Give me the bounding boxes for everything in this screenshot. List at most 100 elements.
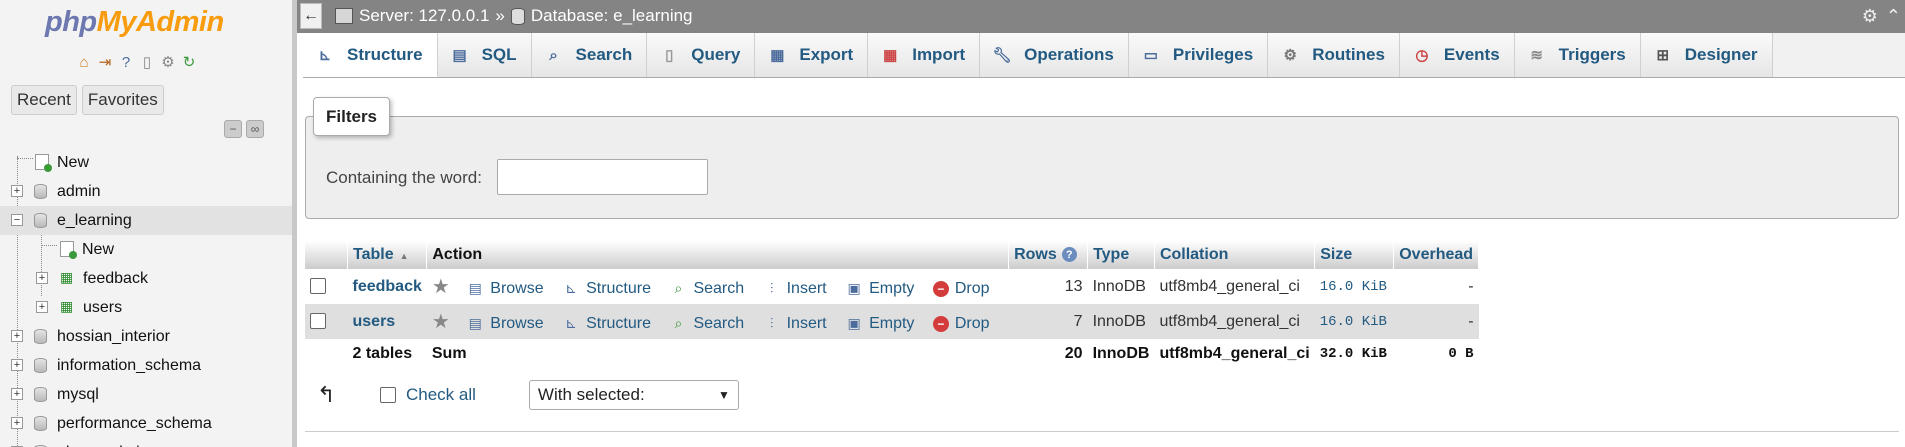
tree-label: phpmyadmin bbox=[57, 444, 149, 447]
drop-link[interactable]: − Drop bbox=[932, 315, 990, 333]
expand-icon[interactable]: + bbox=[36, 301, 48, 313]
summary-overhead: 0 B bbox=[1393, 339, 1479, 369]
size-link[interactable]: 16.0 KiB bbox=[1320, 279, 1387, 295]
summary-empty-cell bbox=[305, 339, 348, 369]
database-icon bbox=[34, 416, 47, 431]
favorite-star-icon[interactable]: ★ bbox=[432, 311, 450, 333]
link-icon[interactable]: ∞ bbox=[246, 120, 264, 138]
help-icon[interactable]: ? bbox=[117, 53, 135, 71]
tree-item-new-table[interactable]: New bbox=[0, 235, 292, 264]
settings-icon[interactable]: ⚙ bbox=[159, 53, 177, 71]
designer-icon: ⊞ bbox=[1656, 47, 1670, 64]
action-label: Browse bbox=[490, 279, 544, 297]
tab-structure[interactable]: ⊾ Structure bbox=[303, 33, 438, 77]
tree-item-feedback[interactable]: + ▦ feedback bbox=[0, 264, 292, 293]
collation-column-header[interactable]: Collation bbox=[1154, 241, 1316, 269]
tab-sql[interactable]: ▤ SQL bbox=[437, 33, 532, 77]
expand-icon[interactable]: + bbox=[11, 388, 23, 400]
tree-item-e_learning[interactable]: − e_learning bbox=[0, 206, 292, 235]
recent-button[interactable]: Recent bbox=[11, 85, 77, 115]
tree-item-users[interactable]: + ▦ users bbox=[0, 293, 292, 322]
structure-icon: ⊾ bbox=[565, 315, 577, 331]
tab-designer[interactable]: ⊞ Designer bbox=[1640, 33, 1773, 77]
browse-link[interactable]: ▤ Browse bbox=[466, 279, 544, 298]
structure-link[interactable]: ⊾ Structure bbox=[562, 280, 651, 298]
with-selected-select[interactable]: With selected: ▼ bbox=[528, 380, 739, 410]
tree-item-phpmyadmin[interactable]: + phpmyadmin bbox=[0, 438, 292, 447]
structure-link[interactable]: ⊾ Structure bbox=[562, 315, 651, 333]
engine-type: InnoDB bbox=[1087, 304, 1155, 339]
tree-item-new[interactable]: New bbox=[0, 148, 292, 177]
expand-icon[interactable]: + bbox=[36, 272, 48, 284]
tab-triggers[interactable]: ≋ Triggers bbox=[1514, 33, 1641, 77]
expand-icon[interactable]: + bbox=[11, 359, 23, 371]
overhead-column-header[interactable]: Overhead bbox=[1393, 241, 1480, 269]
clock-icon: ◷ bbox=[1415, 47, 1429, 64]
insert-icon: ⫶ bbox=[769, 315, 774, 331]
tab-label: Designer bbox=[1684, 45, 1758, 64]
collapse-icon[interactable]: − bbox=[11, 214, 23, 226]
table-name-link[interactable]: users bbox=[353, 313, 396, 330]
home-icon[interactable]: ⌂ bbox=[75, 53, 93, 71]
table-name-link[interactable]: feedback bbox=[353, 278, 422, 295]
collapse-top-icon[interactable]: ⌃ bbox=[1886, 6, 1901, 27]
tab-export[interactable]: ▦ Export bbox=[755, 33, 869, 77]
tree-label: e_learning bbox=[57, 211, 132, 229]
tab-events[interactable]: ◷ Events bbox=[1399, 33, 1515, 77]
tab-label: Triggers bbox=[1558, 45, 1626, 64]
size-column-header[interactable]: Size bbox=[1314, 241, 1395, 269]
row-checkbox[interactable] bbox=[310, 278, 326, 295]
insert-link[interactable]: ⫶ Insert bbox=[763, 280, 827, 298]
tab-search[interactable]: ⌕ Search bbox=[531, 33, 648, 77]
filter-input[interactable] bbox=[497, 159, 708, 195]
triggers-icon: ≋ bbox=[1530, 47, 1543, 64]
header-label: Size bbox=[1320, 246, 1353, 263]
search-link[interactable]: ⌕ Search bbox=[669, 315, 745, 333]
tab-label: Operations bbox=[1024, 45, 1114, 64]
empty-link[interactable]: ▣ Empty bbox=[845, 315, 914, 333]
browse-link[interactable]: ▤ Browse bbox=[466, 314, 544, 333]
tab-operations[interactable]: 🔧︎ Operations bbox=[980, 33, 1129, 77]
phpmyadmin-logo[interactable]: phpMyAdmin bbox=[45, 6, 224, 39]
favorite-star-icon[interactable]: ★ bbox=[432, 276, 450, 298]
expand-icon[interactable]: + bbox=[11, 417, 23, 429]
type-column-header[interactable]: Type bbox=[1087, 241, 1155, 269]
breadcrumb-database[interactable]: Database: e_learning bbox=[531, 6, 693, 26]
tab-query[interactable]: ▯ Query bbox=[647, 33, 756, 77]
tab-privileges[interactable]: ▭ Privileges bbox=[1128, 33, 1269, 77]
rows-column-header[interactable]: Rows? bbox=[1008, 241, 1089, 269]
check-all-checkbox[interactable] bbox=[380, 387, 396, 403]
expand-icon[interactable]: + bbox=[11, 330, 23, 342]
table-column-header[interactable]: Table ▲ bbox=[347, 241, 428, 269]
settings-gear-icon[interactable]: ⚙ bbox=[1862, 6, 1878, 27]
tree-label: hossian_interior bbox=[57, 327, 170, 345]
drop-link[interactable]: − Drop bbox=[932, 280, 990, 298]
action-label: Browse bbox=[490, 314, 544, 332]
collapse-nav-button[interactable]: ← bbox=[300, 3, 322, 29]
chevron-down-icon: ▼ bbox=[718, 388, 730, 402]
favorites-button[interactable]: Favorites bbox=[81, 85, 164, 115]
row-checkbox[interactable] bbox=[310, 313, 326, 330]
reload-icon[interactable]: ↻ bbox=[180, 53, 198, 71]
docs-icon[interactable]: ▯ bbox=[138, 53, 156, 71]
empty-link[interactable]: ▣ Empty bbox=[845, 280, 914, 298]
insert-link[interactable]: ⫶ Insert bbox=[763, 315, 827, 333]
tree-item-performance_schema[interactable]: + performance_schema bbox=[0, 409, 292, 438]
tree-item-hossian_interior[interactable]: + hossian_interior bbox=[0, 322, 292, 351]
tree-item-mysql[interactable]: + mysql bbox=[0, 380, 292, 409]
tree-item-information_schema[interactable]: + information_schema bbox=[0, 351, 292, 380]
action-label: Drop bbox=[954, 280, 990, 297]
logout-icon[interactable]: ⇥ bbox=[96, 53, 114, 71]
summary-collation: utf8mb4_general_ci bbox=[1154, 339, 1315, 369]
size-link[interactable]: 16.0 KiB bbox=[1320, 314, 1387, 330]
check-all-label[interactable]: Check all bbox=[406, 385, 476, 405]
expand-icon[interactable]: + bbox=[11, 185, 23, 197]
collapse-all-icon[interactable]: − bbox=[224, 120, 242, 138]
breadcrumb-bar: ← Server: 127.0.0.1 » Database: e_learni… bbox=[297, 0, 1905, 33]
breadcrumb-server[interactable]: Server: 127.0.0.1 bbox=[359, 6, 489, 26]
search-link[interactable]: ⌕ Search bbox=[669, 280, 745, 298]
help-icon[interactable]: ? bbox=[1061, 247, 1077, 263]
tab-routines[interactable]: ⚙ Routines bbox=[1268, 33, 1400, 77]
tab-import[interactable]: ▦ Import bbox=[868, 33, 981, 77]
tree-item-admin[interactable]: + admin bbox=[0, 177, 292, 206]
